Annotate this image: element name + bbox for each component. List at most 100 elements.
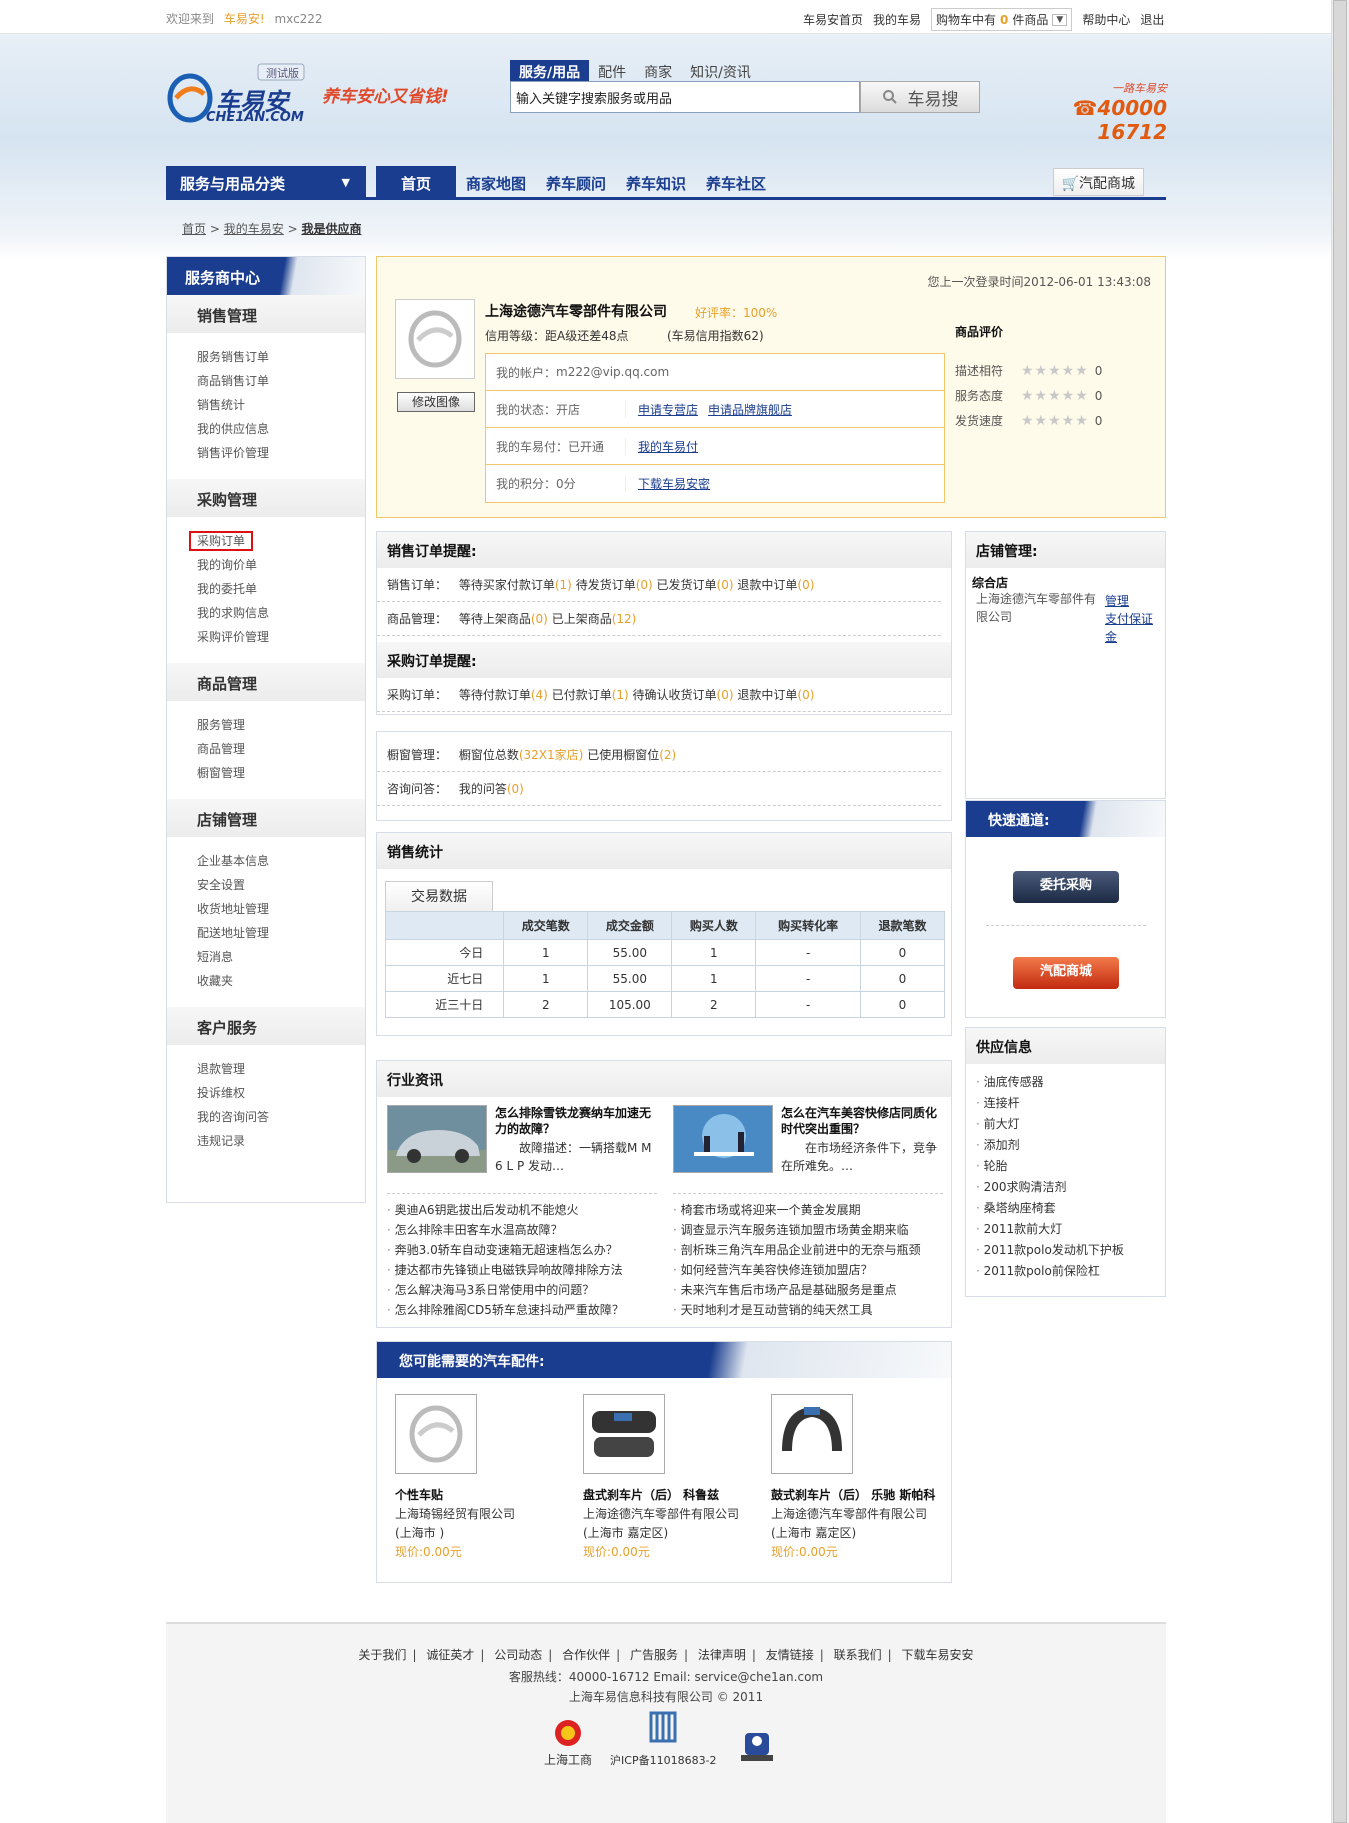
apply-specialty-link[interactable]: 申请专营店 xyxy=(638,401,698,418)
footer-link[interactable]: 联系我们 xyxy=(834,1648,882,1662)
search-input[interactable]: 输入关键字搜索服务或用品 xyxy=(510,81,860,113)
sales-order-link[interactable]: 等待买家付款订单(1) xyxy=(459,578,572,592)
footer-link[interactable]: 下载车易安安 xyxy=(902,1648,974,1662)
news-image[interactable] xyxy=(387,1105,487,1173)
category-dropdown[interactable]: 服务与用品分类 ▼ xyxy=(166,166,366,200)
sidebar-item[interactable]: 服务管理 xyxy=(197,713,365,737)
sales-order-link[interactable]: 待发货订单(0) xyxy=(576,578,653,592)
part-image[interactable] xyxy=(771,1394,853,1474)
part-item[interactable]: 盘式刹车片（后） 科鲁兹 上海途德汽车零部件有限公司 (上海市 嘉定区) 现价:… xyxy=(583,1394,763,1562)
nav-merchant-map[interactable]: 商家地图 xyxy=(456,166,536,200)
nav-home[interactable]: 首页 xyxy=(376,166,456,200)
sidebar-item[interactable]: 商品销售订单 xyxy=(197,369,365,393)
list-item[interactable]: 油底传感器 xyxy=(976,1072,1155,1093)
footer-link[interactable]: 法律声明 xyxy=(698,1648,746,1662)
news-image[interactable] xyxy=(673,1105,773,1173)
breadcrumb-home[interactable]: 首页 xyxy=(182,222,206,236)
list-item[interactable]: 200求购清洁剂 xyxy=(976,1177,1155,1198)
sidebar-item[interactable]: 我的供应信息 xyxy=(197,417,365,441)
sidebar-item[interactable]: 退款管理 xyxy=(197,1057,365,1081)
home-link[interactable]: 车易安首页 xyxy=(803,11,863,28)
sidebar-item[interactable]: 违规记录 xyxy=(197,1129,365,1153)
part-image[interactable] xyxy=(583,1394,665,1474)
footer-link[interactable]: 合作伙伴 xyxy=(562,1648,610,1662)
sidebar-item[interactable]: 安全设置 xyxy=(197,873,365,897)
list-item[interactable]: 捷达都市先锋锁止电磁铁异响故障排除方法 xyxy=(387,1260,657,1280)
list-item[interactable]: 2011款polo发动机下护板 xyxy=(976,1240,1155,1261)
nav-car-advisor[interactable]: 养车顾问 xyxy=(536,166,616,200)
sidebar-item-purchase-orders[interactable]: 采购订单 xyxy=(189,529,365,553)
search-button[interactable]: 车易搜 xyxy=(860,81,980,113)
window-used-link[interactable]: 已使用橱窗位(2) xyxy=(587,748,676,762)
badge-gongshang[interactable]: 上海工商 xyxy=(544,1718,592,1768)
part-item[interactable]: 鼓式刹车片（后） 乐驰 斯帕科 上海途德汽车零部件有限公司 (上海市 嘉定区) … xyxy=(771,1394,951,1562)
list-item[interactable]: 添加剂 xyxy=(976,1135,1155,1156)
sidebar-item[interactable]: 销售统计 xyxy=(197,393,365,417)
badge-police[interactable] xyxy=(735,1725,779,1768)
purchase-order-link[interactable]: 退款中订单(0) xyxy=(737,688,814,702)
badge-icp[interactable]: 沪ICP备11018683-2 xyxy=(610,1709,717,1768)
news-headline[interactable]: 怎么在汽车美容快修店同质化时代突出重围？ xyxy=(781,1105,941,1137)
logout-link[interactable]: 退出 xyxy=(1140,11,1164,28)
part-item[interactable]: 个性车贴 上海琦锡经贸有限公司 (上海市 ) 现价:0.00元 xyxy=(395,1394,575,1562)
sidebar-item[interactable]: 采购评价管理 xyxy=(197,625,365,649)
parts-mall-quick-button[interactable]: 汽配商城 xyxy=(1013,957,1119,989)
list-item[interactable]: 2011款前大灯 xyxy=(976,1219,1155,1240)
sidebar-item[interactable]: 我的询价单 xyxy=(197,553,365,577)
list-item[interactable]: 奥迪A6钥匙拔出后发动机不能熄火 xyxy=(387,1200,657,1220)
nav-community[interactable]: 养车社区 xyxy=(696,166,776,200)
my-qa-link[interactable]: 我的问答(0) xyxy=(459,782,524,796)
purchase-order-link[interactable]: 已付款订单(1) xyxy=(552,688,629,702)
tab-trade-data[interactable]: 交易数据 xyxy=(385,881,493,911)
sidebar-item[interactable]: 投诉维权 xyxy=(197,1081,365,1105)
sidebar-item[interactable]: 收藏夹 xyxy=(197,969,365,993)
download-key-link[interactable]: 下载车易安密 xyxy=(638,475,710,492)
shop-manage-link[interactable]: 管理 xyxy=(1105,592,1129,609)
pay-deposit-link[interactable]: 支付保证金 xyxy=(1105,610,1161,646)
list-item[interactable]: 剖析珠三角汽车用品企业前进中的无奈与瓶颈 xyxy=(673,1240,943,1260)
sidebar-item[interactable]: 商品管理 xyxy=(197,737,365,761)
part-name[interactable]: 盘式刹车片（后） 科鲁兹 xyxy=(583,1486,763,1505)
list-item[interactable]: 椅套市场或将迎来一个黄金发展期 xyxy=(673,1200,943,1220)
goods-link[interactable]: 已上架商品(12) xyxy=(552,612,637,626)
my-pay-link[interactable]: 我的车易付 xyxy=(638,438,698,455)
sidebar-item[interactable]: 短消息 xyxy=(197,945,365,969)
footer-link[interactable]: 关于我们 xyxy=(358,1648,406,1662)
sidebar-item[interactable]: 销售评价管理 xyxy=(197,441,365,465)
list-item[interactable]: 怎么排除丰田客车水温高故障？ xyxy=(387,1220,657,1240)
scrollbar[interactable] xyxy=(1331,0,1349,1823)
goods-link[interactable]: 等待上架商品(0) xyxy=(459,612,548,626)
list-item[interactable]: 奔驰3.0轿车自动变速箱无超速档怎么办？ xyxy=(387,1240,657,1260)
sidebar-item[interactable]: 服务销售订单 xyxy=(197,345,365,369)
list-item[interactable]: 未来汽车售后市场产品是基础服务是重点 xyxy=(673,1280,943,1300)
purchase-order-link[interactable]: 等待付款订单(4) xyxy=(459,688,548,702)
part-image[interactable] xyxy=(395,1394,477,1474)
footer-link[interactable]: 友情链接 xyxy=(766,1648,814,1662)
site-logo[interactable]: 测试版 车易安 CHE1AN.COM xyxy=(166,62,316,128)
edit-avatar-button[interactable]: 修改图像 xyxy=(397,392,475,412)
list-item[interactable]: 调查显示汽车服务连锁加盟市场黄金期来临 xyxy=(673,1220,943,1240)
list-item[interactable]: 天时地利才是互动营销的纯天然工具 xyxy=(673,1300,943,1320)
sidebar-item[interactable]: 橱窗管理 xyxy=(197,761,365,785)
sidebar-item[interactable]: 我的委托单 xyxy=(197,577,365,601)
sidebar-item[interactable]: 企业基本信息 xyxy=(197,849,365,873)
sidebar-item[interactable]: 收货地址管理 xyxy=(197,897,365,921)
list-item[interactable]: 连接杆 xyxy=(976,1093,1155,1114)
list-item[interactable]: 桑塔纳座椅套 xyxy=(976,1198,1155,1219)
cart-box[interactable]: 购物车中有 0 件商品 ▼ xyxy=(931,8,1073,31)
footer-link[interactable]: 公司动态 xyxy=(494,1648,542,1662)
help-link[interactable]: 帮助中心 xyxy=(1082,11,1130,28)
my-cheyi-link[interactable]: 我的车易 xyxy=(873,11,921,28)
sales-order-link[interactable]: 已发货订单(0) xyxy=(657,578,734,592)
sales-order-link[interactable]: 退款中订单(0) xyxy=(737,578,814,592)
sidebar-item[interactable]: 我的求购信息 xyxy=(197,601,365,625)
list-item[interactable]: 如何经营汽车美容快修连锁加盟店？ xyxy=(673,1260,943,1280)
footer-link[interactable]: 诚征英才 xyxy=(426,1648,474,1662)
nav-car-knowledge[interactable]: 养车知识 xyxy=(616,166,696,200)
list-item[interactable]: 怎么排除雅阁CD5轿车怠速抖动严重故障？ xyxy=(387,1300,657,1320)
footer-link[interactable]: 广告服务 xyxy=(630,1648,678,1662)
list-item[interactable]: 轮胎 xyxy=(976,1156,1155,1177)
list-item[interactable]: 怎么解决海马3系日常使用中的问题？ xyxy=(387,1280,657,1300)
window-total-link[interactable]: 橱窗位总数(32X1家店) xyxy=(459,748,584,762)
part-name[interactable]: 鼓式刹车片（后） 乐驰 斯帕科 xyxy=(771,1486,951,1505)
